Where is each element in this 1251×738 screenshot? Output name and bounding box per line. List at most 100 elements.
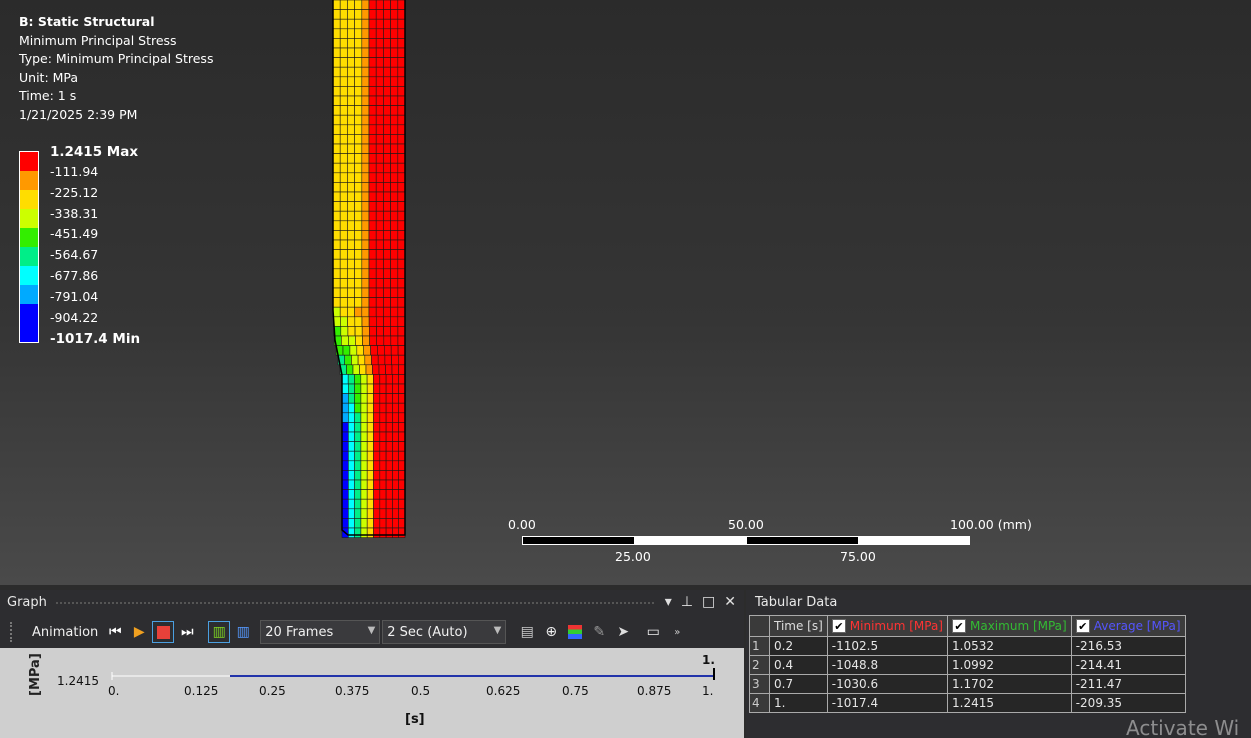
- cell-average[interactable]: -209.35: [1070, 693, 1186, 713]
- mesh-element: [375, 220, 384, 231]
- cell-minimum[interactable]: -1102.5: [826, 636, 949, 656]
- mesh-element: [356, 345, 364, 356]
- mesh-element: [368, 287, 377, 298]
- chevron-down-icon: ▼: [493, 625, 502, 636]
- cell-time[interactable]: 1.: [769, 693, 828, 713]
- next-frame-icon[interactable]: ⏭: [176, 621, 198, 643]
- overflow-icon[interactable]: »: [666, 621, 688, 643]
- table-row[interactable]: 1 0.2 -1102.5 1.0532 -216.53: [749, 636, 1186, 656]
- cell-minimum[interactable]: -1030.6: [826, 674, 949, 694]
- column-header-maximum[interactable]: ✔ Maximum [MPa]: [947, 615, 1072, 637]
- mesh-element: [375, 38, 384, 49]
- column-header-time[interactable]: Time [s]: [769, 615, 828, 637]
- close-icon[interactable]: ✕: [724, 594, 736, 610]
- mesh-element: [390, 230, 399, 241]
- mesh-element: [347, 393, 355, 404]
- cell-time[interactable]: 0.7: [769, 674, 828, 694]
- legend-colors-icon[interactable]: [564, 621, 586, 643]
- x-axis-unit: [s]: [405, 712, 425, 727]
- play-icon[interactable]: ▶: [128, 621, 150, 643]
- mesh-element: [385, 460, 393, 471]
- cell-maximum[interactable]: 1.2415: [947, 693, 1072, 713]
- mesh-element: [375, 249, 384, 260]
- cell-time[interactable]: 0.2: [769, 636, 828, 656]
- mesh-element: [332, 153, 341, 164]
- frames-select[interactable]: 20 Frames ▼: [260, 620, 381, 644]
- mesh-element: [368, 76, 377, 87]
- legend-max-label: 1.2415 Max: [50, 144, 139, 160]
- mesh-element: [361, 326, 370, 337]
- checkbox-checked-icon[interactable]: ✔: [952, 619, 966, 634]
- mesh-element: [375, 230, 384, 241]
- mesh-element: [339, 278, 348, 289]
- stop-icon[interactable]: [152, 621, 175, 643]
- mesh-element: [375, 287, 384, 298]
- checkbox-checked-icon[interactable]: ✔: [831, 619, 846, 634]
- mesh-element: [397, 105, 406, 116]
- cell-minimum[interactable]: -1048.8: [826, 655, 949, 675]
- cell-average[interactable]: -211.47: [1070, 674, 1186, 694]
- previous-frame-icon[interactable]: ⏮: [104, 621, 126, 643]
- mesh-element: [379, 479, 387, 490]
- duration-select[interactable]: 2 Sec (Auto) ▼: [382, 620, 507, 644]
- table-row[interactable]: 3 0.7 -1030.6 1.1702 -211.47: [749, 674, 1186, 694]
- mesh-element: [347, 162, 355, 174]
- mesh-element: [375, 258, 384, 270]
- mesh-element: [379, 508, 387, 519]
- mesh-element: [390, 47, 399, 58]
- result-info: B: Static Structural Minimum Principal S…: [19, 13, 213, 125]
- zoom-icon[interactable]: ⊕: [540, 621, 562, 643]
- toolbar-grip[interactable]: [10, 622, 24, 642]
- cell-minimum[interactable]: -1017.4: [826, 693, 949, 713]
- table-row[interactable]: 4 1. -1017.4 1.2415 -209.35: [749, 693, 1186, 713]
- column-header-minimum[interactable]: ✔ Minimum [MPa]: [826, 615, 949, 637]
- dropdown-icon[interactable]: ▾: [665, 594, 672, 610]
- cell-average[interactable]: -216.53: [1070, 636, 1186, 656]
- tabular-data-table: Time [s] ✔ Minimum [MPa] ✔ Maximum [MPa] ✔…: [749, 615, 1186, 713]
- export-video-icon[interactable]: ▤: [516, 621, 538, 643]
- mesh-element: [368, 105, 377, 116]
- cell-time[interactable]: 0.4: [769, 655, 828, 675]
- mesh-element: [347, 191, 355, 202]
- time-history-plot[interactable]: [MPa] 1.2415 0. 0.125 0.25 0.375 0.5 0.6…: [0, 648, 744, 738]
- checkbox-checked-icon[interactable]: ✔: [1075, 619, 1090, 634]
- mesh-element: [390, 287, 399, 298]
- cell-maximum[interactable]: 1.1702: [947, 674, 1072, 694]
- mesh-element: [397, 172, 406, 183]
- mesh-element: [398, 527, 406, 538]
- mesh-element: [354, 383, 362, 394]
- cell-maximum[interactable]: 1.0532: [947, 636, 1072, 656]
- mesh-element: [390, 86, 399, 97]
- mesh-element: [366, 470, 374, 481]
- distributed-frames-icon[interactable]: ▥: [208, 621, 231, 643]
- mesh-element: [339, 9, 348, 20]
- mesh-element: [332, 47, 341, 58]
- mesh-element: [368, 124, 377, 135]
- mesh-element: [363, 345, 371, 356]
- mesh-element: [361, 0, 370, 10]
- mesh-element: [361, 287, 370, 298]
- mesh-element: [339, 143, 348, 154]
- pin-icon[interactable]: ⊥: [681, 594, 693, 610]
- row-number: 4: [749, 693, 770, 713]
- mesh-element: [373, 441, 381, 452]
- probe-icon[interactable]: ✎: [588, 621, 610, 643]
- result-sets-icon[interactable]: ▥: [232, 621, 254, 643]
- mesh-element: [339, 287, 348, 298]
- mesh-element: [397, 268, 406, 279]
- table-row[interactable]: 2 0.4 -1048.8 1.0992 -214.41: [749, 655, 1186, 675]
- vector-icon[interactable]: ➤: [612, 621, 634, 643]
- graphics-viewport[interactable]: B: Static Structural Minimum Principal S…: [0, 0, 1251, 585]
- scale-segment: [746, 536, 859, 545]
- mesh-element: [383, 258, 391, 270]
- maximize-icon[interactable]: □: [702, 594, 715, 610]
- result-unit: Unit: MPa: [19, 69, 79, 85]
- mesh-element: [339, 105, 348, 116]
- settings-icon[interactable]: ▭: [642, 621, 664, 643]
- column-header-average[interactable]: ✔ Average [MPa]: [1070, 615, 1186, 637]
- mesh-element: [341, 383, 349, 394]
- mesh-element: [354, 297, 363, 308]
- mesh-element: [397, 38, 406, 49]
- cell-maximum[interactable]: 1.0992: [947, 655, 1072, 675]
- cell-average[interactable]: -214.41: [1070, 655, 1186, 675]
